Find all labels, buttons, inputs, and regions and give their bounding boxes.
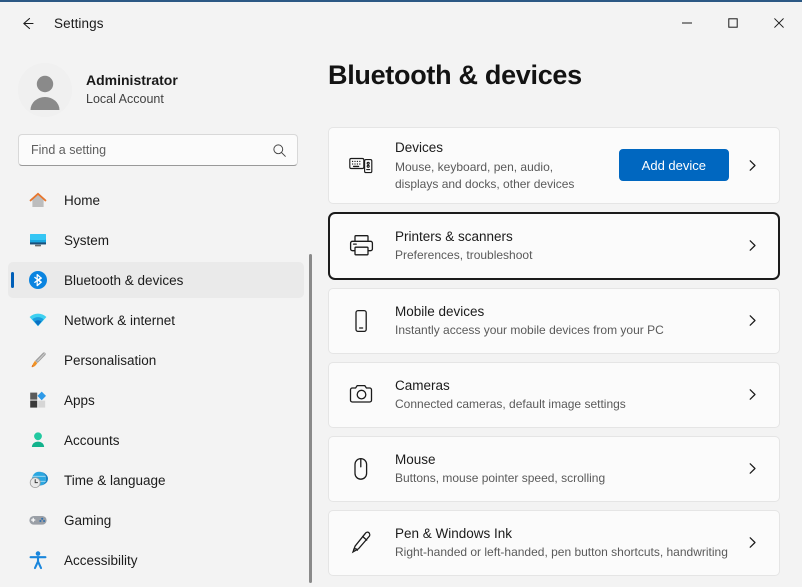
sidebar-item-label: System: [64, 232, 110, 248]
settings-card-devices[interactable]: Devices Mouse, keyboard, pen, audio, disp…: [328, 127, 780, 204]
add-device-button[interactable]: Add device: [618, 149, 729, 182]
mouse-icon: [347, 455, 375, 483]
sidebar-item-system[interactable]: System: [8, 222, 304, 258]
close-icon: [774, 18, 784, 28]
card-text: Devices Mouse, keyboard, pen, audio, disp…: [395, 128, 609, 203]
printer-icon: [347, 232, 375, 260]
settings-card-list: Devices Mouse, keyboard, pen, audio, disp…: [328, 127, 780, 576]
sidebar-item-label: Personalisation: [64, 352, 157, 368]
chevron-right-icon[interactable]: [739, 152, 765, 178]
sidebar-item-label: Bluetooth & devices: [64, 272, 184, 288]
chevron-right-icon[interactable]: [739, 308, 765, 334]
card-text: Mouse Buttons, mouse pointer speed, scrol…: [395, 440, 729, 498]
sidebar-item-label: Apps: [64, 392, 95, 408]
sidebar-item-label: Accounts: [64, 432, 120, 448]
card-text: Pen & Windows Ink Right-handed or left-ha…: [395, 514, 729, 572]
system-monitor-icon: [28, 230, 48, 250]
back-button[interactable]: [10, 8, 44, 38]
window-title: Settings: [54, 15, 104, 31]
chevron-right-icon[interactable]: [739, 382, 765, 408]
person-icon: [28, 430, 48, 450]
paintbrush-icon: [28, 350, 48, 370]
avatar: [18, 63, 72, 117]
card-title: Cameras: [395, 377, 450, 393]
apps-squares-icon: [28, 390, 48, 410]
settings-card-mobile-devices[interactable]: Mobile devices Instantly access your mobi…: [328, 287, 780, 354]
sidebar-item-label: Gaming: [64, 512, 112, 528]
card-text: Printers & scanners Preferences, troubles…: [395, 217, 729, 275]
sidebar-item-accounts[interactable]: Accounts: [8, 422, 304, 458]
bluetooth-icon: [28, 270, 48, 290]
card-action: Add device: [618, 149, 729, 182]
settings-window: Settings Administrator Local Account Fin…: [0, 0, 802, 587]
globe-clock-icon: [28, 470, 48, 490]
settings-card-mouse[interactable]: Mouse Buttons, mouse pointer speed, scrol…: [328, 435, 780, 502]
settings-card-pen-windows-ink[interactable]: Pen & Windows Ink Right-handed or left-ha…: [328, 509, 780, 576]
wifi-icon: [28, 310, 48, 330]
card-title: Mouse: [395, 451, 436, 467]
search-box[interactable]: [18, 134, 298, 166]
page-title: Bluetooth & devices: [328, 60, 582, 90]
card-title: Mobile devices: [395, 303, 485, 319]
sidebar-item-label: Time & language: [64, 472, 166, 488]
sidebar-scrollbar[interactable]: [309, 254, 312, 583]
close-button[interactable]: [756, 2, 802, 44]
account-text: Administrator Local Account: [86, 72, 178, 108]
card-subtitle: Right-handed or left-handed, pen button …: [395, 545, 728, 560]
sidebar-item-network-internet[interactable]: Network & internet: [8, 302, 304, 338]
home-icon: [28, 190, 48, 210]
card-subtitle: Buttons, mouse pointer speed, scrolling: [395, 471, 606, 486]
sidebar-item-gaming[interactable]: Gaming: [8, 502, 304, 538]
sidebar-item-label: Accessibility: [64, 552, 138, 568]
account-name: Administrator: [86, 72, 178, 89]
account-subtitle: Local Account: [86, 91, 164, 106]
chevron-right-icon[interactable]: [739, 530, 765, 556]
back-arrow-icon: [22, 17, 34, 29]
chevron-right-icon[interactable]: [739, 233, 765, 259]
devices-keyboard-icon: [347, 151, 375, 179]
sidebar-item-time-language[interactable]: Time & language: [8, 462, 304, 498]
maximize-button[interactable]: [710, 2, 756, 44]
card-subtitle: Instantly access your mobile devices fro…: [395, 323, 664, 338]
search-input[interactable]: [31, 143, 272, 157]
card-subtitle: Mouse, keyboard, pen, audio, displays an…: [395, 159, 575, 191]
card-title: Devices: [395, 140, 444, 156]
search-icon: [273, 143, 286, 157]
sidebar-nav: Home System Bluetooth & devices Network …: [0, 182, 320, 587]
window-controls: [664, 2, 802, 44]
gamepad-icon: [28, 510, 48, 530]
sidebar-item-personalisation[interactable]: Personalisation: [8, 342, 304, 378]
sidebar-item-apps[interactable]: Apps: [8, 382, 304, 418]
settings-card-printers-scanners[interactable]: Printers & scanners Preferences, troubles…: [328, 211, 780, 280]
chevron-right-icon[interactable]: [739, 456, 765, 482]
search-section: [0, 122, 320, 166]
account-section[interactable]: Administrator Local Account: [0, 44, 320, 122]
sidebar-item-bluetooth-devices[interactable]: Bluetooth & devices: [8, 262, 304, 298]
phone-icon: [347, 307, 375, 335]
sidebar-item-accessibility[interactable]: Accessibility: [8, 542, 304, 578]
sidebar-item-home[interactable]: Home: [8, 182, 304, 218]
maximize-icon: [728, 18, 738, 28]
title-bar: Settings: [0, 2, 802, 44]
settings-card-cameras[interactable]: Cameras Connected cameras, default image …: [328, 361, 780, 428]
sidebar: Administrator Local Account Home: [0, 44, 320, 587]
sidebar-item-label: Network & internet: [64, 312, 176, 328]
sidebar-item-label: Home: [64, 192, 101, 208]
minimize-icon: [682, 22, 692, 24]
camera-icon: [347, 381, 375, 409]
sidebar-scrollbar-thumb[interactable]: [309, 254, 312, 583]
pen-icon: [347, 529, 375, 557]
card-text: Cameras Connected cameras, default image …: [395, 366, 729, 424]
card-subtitle: Connected cameras, default image setting…: [395, 397, 626, 412]
minimize-button[interactable]: [664, 2, 710, 44]
person-avatar-icon: [18, 63, 72, 117]
accessibility-icon: [28, 550, 48, 570]
window-body: Administrator Local Account Home: [0, 44, 802, 587]
main-content: Bluetooth & devices Devices Mouse, keyboa…: [320, 44, 802, 587]
card-subtitle: Preferences, troubleshoot: [395, 248, 533, 263]
card-title: Pen & Windows Ink: [395, 525, 513, 541]
card-text: Mobile devices Instantly access your mobi…: [395, 292, 729, 350]
card-title: Printers & scanners: [395, 228, 513, 244]
